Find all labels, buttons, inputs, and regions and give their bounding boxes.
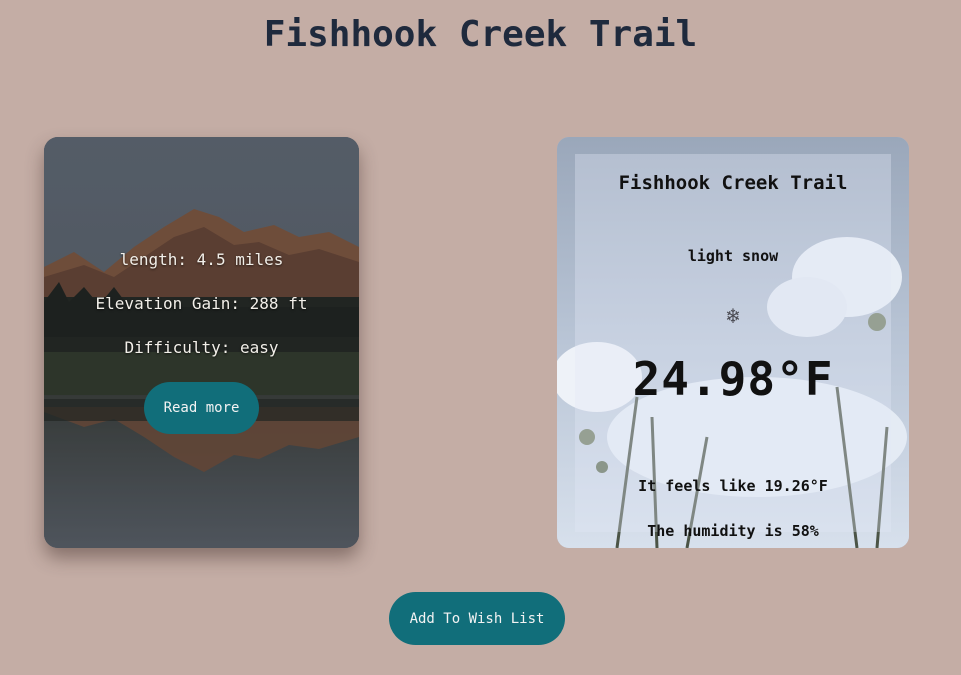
- humidity: The humidity is 58%: [647, 522, 819, 540]
- weather-description: light snow: [687, 247, 779, 265]
- feels-like: It feels like 19.26°F: [638, 477, 828, 495]
- read-more-button[interactable]: Read more: [144, 382, 259, 434]
- trail-elevation-gain: Elevation Gain: 288 ft: [95, 294, 308, 313]
- trail-length: length: 4.5 miles: [119, 250, 284, 269]
- trail-info: length: 4.5 miles Elevation Gain: 288 ft…: [44, 137, 359, 548]
- weather-card: Fishhook Creek Trail light snow ❄ 24.98°…: [557, 137, 909, 548]
- temperature: 24.98°F: [632, 352, 834, 406]
- add-to-wish-list-button[interactable]: Add To Wish List: [389, 592, 565, 645]
- trail-card: length: 4.5 miles Elevation Gain: 288 ft…: [44, 137, 359, 548]
- trail-difficulty: Difficulty: easy: [124, 338, 279, 357]
- snowflake-icon: ❄: [726, 304, 740, 329]
- page-title: Fishhook Creek Trail: [263, 14, 698, 55]
- weather-trail-name: Fishhook Creek Trail: [618, 172, 848, 194]
- weather-panel: Fishhook Creek Trail light snow ❄ 24.98°…: [575, 154, 891, 540]
